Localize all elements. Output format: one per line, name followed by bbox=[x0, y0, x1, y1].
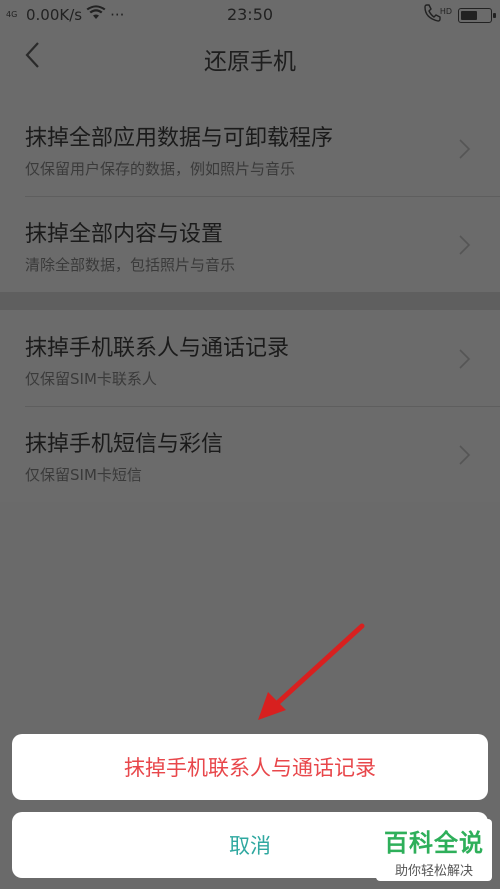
confirm-erase-button[interactable]: 抹掉手机联系人与通话记录 bbox=[12, 734, 488, 800]
chevron-right-icon bbox=[458, 234, 472, 256]
battery-fill bbox=[461, 10, 477, 20]
item-title: 抹掉全部应用数据与可卸载程序 bbox=[25, 126, 334, 151]
chevron-right-icon bbox=[458, 348, 472, 370]
hd-label: HD bbox=[439, 6, 452, 16]
list-item-erase-app-data[interactable]: 抹掉全部应用数据与可卸载程序 仅保留用户保存的数据，例如照片与音乐 bbox=[0, 100, 500, 196]
nav-bar: 还原手机 bbox=[0, 28, 500, 100]
watermark-logo: 百科全说 助你轻松解决 bbox=[376, 819, 492, 881]
chevron-right-icon bbox=[458, 444, 472, 466]
watermark-subtitle: 助你轻松解决 bbox=[394, 864, 473, 879]
item-subtitle: 仅保留SIM卡短信 bbox=[25, 466, 142, 484]
section-gap bbox=[0, 292, 500, 310]
list-item-erase-all-content[interactable]: 抹掉全部内容与设置 清除全部数据，包括照片与音乐 bbox=[0, 196, 500, 292]
item-subtitle: 仅保留用户保存的数据，例如照片与音乐 bbox=[25, 160, 296, 178]
battery-icon bbox=[458, 7, 496, 23]
list-item-erase-contacts[interactable]: 抹掉手机联系人与通话记录 仅保留SIM卡联系人 bbox=[0, 310, 500, 406]
item-title: 抹掉全部内容与设置 bbox=[25, 222, 224, 247]
status-bar: 4G 0.00K/s ··· 23:50 HD bbox=[0, 0, 500, 28]
list-item-erase-messages[interactable]: 抹掉手机短信与彩信 仅保留SIM卡短信 bbox=[0, 406, 500, 502]
item-title: 抹掉手机短信与彩信 bbox=[25, 432, 224, 457]
settings-group-1: 抹掉全部应用数据与可卸载程序 仅保留用户保存的数据，例如照片与音乐 抹掉全部内容… bbox=[0, 100, 500, 292]
page-title: 还原手机 bbox=[204, 49, 296, 75]
watermark-title: 百科全说 bbox=[384, 829, 484, 857]
settings-group-2: 抹掉手机联系人与通话记录 仅保留SIM卡联系人 抹掉手机短信与彩信 仅保留SIM… bbox=[0, 310, 500, 502]
item-subtitle: 清除全部数据，包括照片与音乐 bbox=[25, 256, 236, 274]
item-title: 抹掉手机联系人与通话记录 bbox=[25, 336, 290, 361]
chevron-right-icon bbox=[458, 138, 472, 160]
item-subtitle: 仅保留SIM卡联系人 bbox=[25, 370, 157, 388]
